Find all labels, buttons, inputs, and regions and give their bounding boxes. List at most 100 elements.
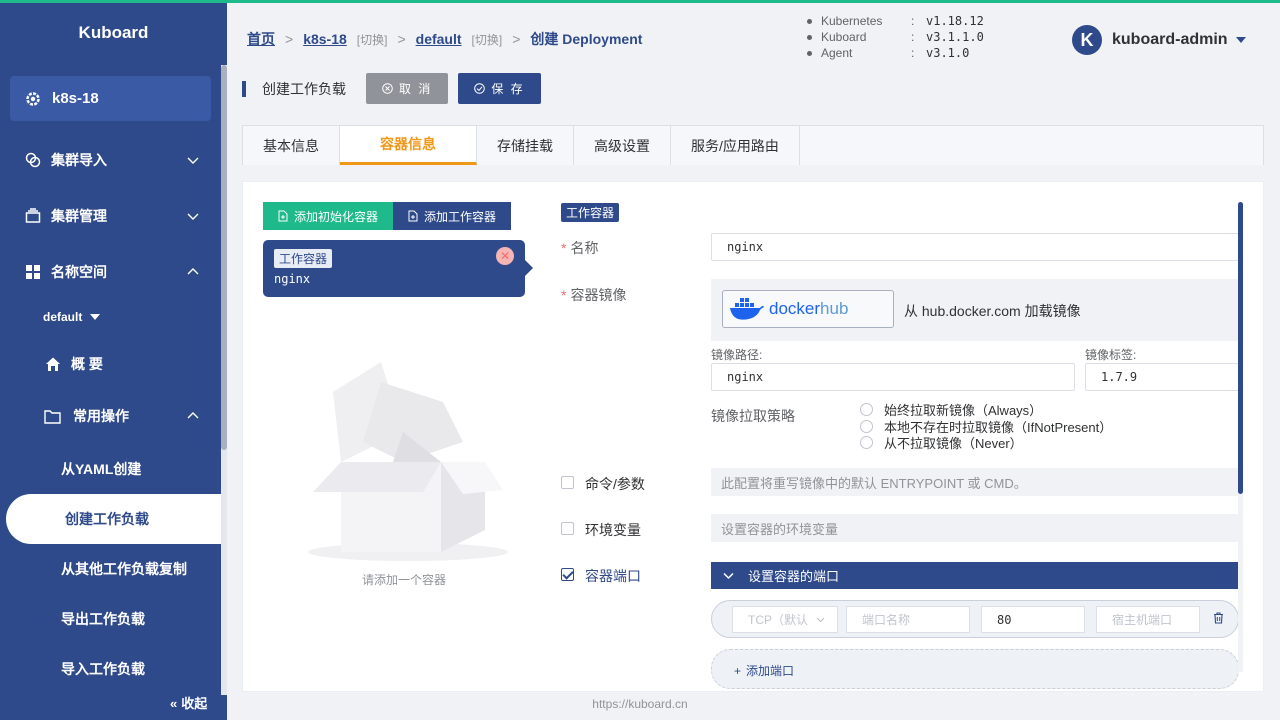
image-tag-input[interactable]: 1.7.9 xyxy=(1085,363,1239,391)
user-name: kuboard-admin xyxy=(1112,31,1228,48)
breadcrumb-namespace[interactable]: default xyxy=(416,31,462,47)
namespace-selector[interactable]: default xyxy=(0,302,220,332)
chevron-right-icon: > xyxy=(285,31,294,47)
menu-overview[interactable]: 概 要 xyxy=(0,349,220,379)
file-add-icon xyxy=(278,210,288,222)
switch-cluster-link[interactable]: [切换] xyxy=(357,31,388,48)
docker-hub-text: 从 hub.docker.com 加载镜像 xyxy=(904,303,1081,319)
add-port-button[interactable]: + 添加端口 xyxy=(711,649,1239,689)
page-title: 创建工作负载 xyxy=(262,80,346,97)
gear-icon xyxy=(24,90,42,108)
tab-advanced[interactable]: 高级设置 xyxy=(574,126,671,165)
switch-namespace-link[interactable]: [切换] xyxy=(472,31,503,48)
version-row: Agent: v3.1.0 xyxy=(807,45,984,61)
panel-scrollbar-thumb[interactable] xyxy=(1238,202,1243,494)
save-button[interactable]: 保 存 xyxy=(458,73,541,104)
action-bar: 创建工作负载 取 消 保 存 xyxy=(242,73,551,104)
container-panel: 添加初始化容器 添加工作容器 工作容器 nginx ✕ 请添加一个容器 工作容器… xyxy=(242,181,1264,692)
docker-hub-area: dockerhub 从 hub.docker.com 加载镜像 xyxy=(711,279,1239,341)
sub-item-from-yaml[interactable]: 从YAML创建 xyxy=(0,454,220,484)
add-work-label: 添加工作容器 xyxy=(424,209,497,224)
image-path-input[interactable]: nginx xyxy=(711,363,1075,391)
docker-whale-icon xyxy=(730,298,764,320)
image-label: * 容器镜像 xyxy=(561,287,627,303)
breadcrumb-home[interactable]: 首页 xyxy=(247,29,275,49)
empty-container-tip: 请添加一个容器 xyxy=(362,573,447,587)
cmd-checkbox[interactable] xyxy=(561,476,574,489)
collapse-label: 收起 xyxy=(181,696,208,711)
menu-label: 常用操作 xyxy=(73,408,129,424)
check-circle-icon xyxy=(474,83,486,94)
save-label: 保 存 xyxy=(491,82,525,96)
env-checkbox[interactable] xyxy=(561,522,574,535)
sidebar-scrollbar-thumb[interactable] xyxy=(221,65,227,450)
radio-button[interactable] xyxy=(860,403,873,416)
cancel-button[interactable]: 取 消 xyxy=(366,73,449,104)
env-hint: 设置容器的环境变量 xyxy=(711,514,1239,542)
name-label: * 名称 xyxy=(561,240,599,256)
container-port-input[interactable]: 80 xyxy=(981,606,1085,633)
radio-button[interactable] xyxy=(860,436,873,449)
port-section-header[interactable]: 设置容器的端口 xyxy=(711,562,1239,589)
docker-hub-button[interactable]: dockerhub xyxy=(722,290,894,328)
menu-label: 集群导入 xyxy=(51,152,107,168)
chevron-right-icon: > xyxy=(512,31,521,47)
pull-policy-never[interactable]: 从不拉取镜像（Never） xyxy=(860,433,1023,452)
menu-cluster-import[interactable]: 集群导入 xyxy=(0,145,220,175)
brand-title: Kuboard xyxy=(78,23,149,42)
version-row: Kuboard: v3.1.1.0 xyxy=(807,29,984,45)
host-port-input[interactable]: 宿主机端口 xyxy=(1096,606,1200,633)
tab-container-info[interactable]: 容器信息 xyxy=(340,126,477,165)
sub-item-label: 导出工作负载 xyxy=(61,611,145,627)
sidebar: Kuboard k8s-18 集群导入 集群管理 名称空间 default 概 … xyxy=(0,3,227,720)
breadcrumb-current: 创建 Deployment xyxy=(530,31,643,47)
add-init-container-button[interactable]: 添加初始化容器 xyxy=(263,202,394,230)
breadcrumb-cluster[interactable]: k8s-18 xyxy=(303,31,347,47)
sub-item-label: 导入工作负载 xyxy=(61,661,145,677)
radio-button[interactable] xyxy=(860,420,873,433)
menu-common-ops[interactable]: 常用操作 xyxy=(0,401,220,431)
container-card[interactable]: 工作容器 nginx ✕ xyxy=(263,240,533,297)
env-label: 环境变量 xyxy=(585,522,641,538)
sub-item-import-workload[interactable]: 导入工作负载 xyxy=(0,654,220,684)
version-info: Kubernetes: v1.18.12 Kuboard: v3.1.1.0 Age… xyxy=(807,13,984,61)
home-icon xyxy=(44,355,62,373)
version-value: v3.1.1.0 xyxy=(926,30,984,44)
cluster-selector[interactable]: k8s-18 xyxy=(10,76,211,121)
tab-bar: 基本信息 容器信息 存储挂载 高级设置 服务/应用路由 xyxy=(242,125,1264,165)
menu-namespace[interactable]: 名称空间 xyxy=(0,257,220,287)
version-name: Kubernetes xyxy=(821,14,883,28)
tab-service-route[interactable]: 服务/应用路由 xyxy=(671,126,800,165)
tab-storage[interactable]: 存储挂载 xyxy=(477,126,574,165)
port-checkbox[interactable] xyxy=(561,568,574,581)
container-name-input[interactable]: nginx xyxy=(711,233,1239,261)
sub-item-label: 创建工作负载 xyxy=(65,511,149,527)
image-path-label: 镜像路径: xyxy=(711,348,763,362)
sub-item-create-workload[interactable]: 创建工作负载 xyxy=(6,494,226,544)
container-type-tag: 工作容器 xyxy=(274,249,333,268)
version-name: Kuboard xyxy=(821,30,867,44)
menu-label: 集群管理 xyxy=(51,208,107,224)
menu-cluster-manage[interactable]: 集群管理 xyxy=(0,201,220,231)
sub-item-label: 从YAML创建 xyxy=(61,461,142,477)
delete-icon[interactable] xyxy=(1213,612,1224,624)
protocol-select[interactable]: TCP（默认 xyxy=(732,606,838,633)
tab-basic-info[interactable]: 基本信息 xyxy=(243,126,340,165)
chevron-down-icon xyxy=(187,157,199,164)
cancel-circle-icon xyxy=(382,83,393,94)
user-menu[interactable]: K kuboard-admin xyxy=(1072,25,1246,55)
breadcrumb: 首页 > k8s-18 [切换] > default [切换] > 创建 Dep… xyxy=(247,29,642,49)
port-name-input[interactable]: 端口名称 xyxy=(846,606,970,633)
header: 首页 > k8s-18 [切换] > default [切换] > 创建 Dep… xyxy=(227,3,1280,65)
sub-item-export-workload[interactable]: 导出工作负载 xyxy=(0,604,220,634)
avatar: K xyxy=(1072,25,1102,55)
add-work-container-button[interactable]: 添加工作容器 xyxy=(393,202,512,230)
plus-icon: + xyxy=(734,664,742,678)
sub-item-copy-workload[interactable]: 从其他工作负载复制 xyxy=(0,554,220,584)
footer-link[interactable]: https://kuboard.cn xyxy=(227,697,1053,711)
menu-label: 概 要 xyxy=(71,356,103,372)
close-icon[interactable]: ✕ xyxy=(496,247,514,265)
title-accent-bar xyxy=(242,80,246,97)
collapse-sidebar-button[interactable]: «收起 xyxy=(170,693,207,712)
port-row: TCP（默认 端口名称 80 宿主机端口 xyxy=(711,600,1239,638)
